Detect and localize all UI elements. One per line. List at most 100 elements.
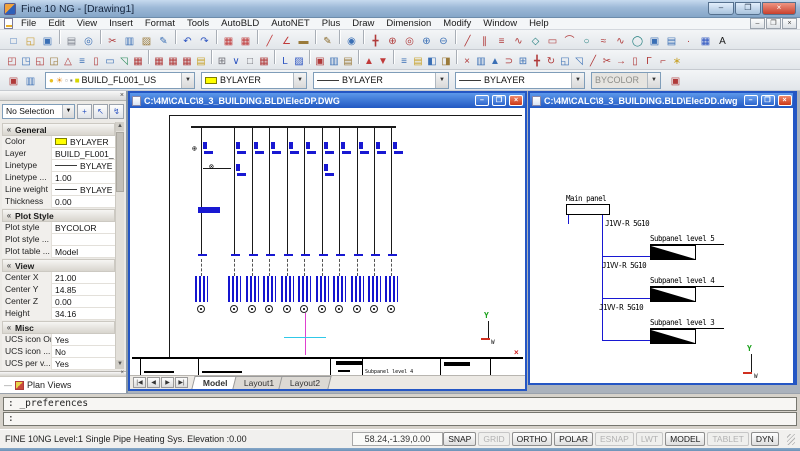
tab-nav-button-1[interactable]: ◀: [147, 377, 160, 388]
tab-layout2[interactable]: Layout2: [278, 376, 331, 389]
menu-help[interactable]: Help: [523, 18, 555, 29]
drawing-canvas-elecdd[interactable]: Main panel J1VV-R 5G10Subpanel level 5J1…: [530, 108, 793, 383]
stairs-icon[interactable]: ≡: [75, 54, 89, 69]
menu-edit[interactable]: Edit: [42, 18, 70, 29]
new-icon[interactable]: □: [6, 34, 21, 49]
toggle-snap[interactable]: SNAP: [443, 432, 476, 446]
menu-autonet[interactable]: AutoNET: [265, 18, 316, 29]
scroll-up-icon[interactable]: ▲: [116, 122, 124, 131]
drawing-canvas-elecdp[interactable]: ⊕ ⊗: [130, 108, 525, 375]
property-value[interactable]: 1.00: [52, 172, 115, 184]
chevron-down-icon[interactable]: ▼: [62, 105, 74, 118]
ucs-icon[interactable]: L: [278, 54, 292, 69]
toggle-grid[interactable]: GRID: [478, 432, 509, 446]
zoom-in-icon[interactable]: ⊕: [419, 34, 434, 49]
copy-sheet-icon[interactable]: ▤: [341, 54, 355, 69]
revcloud-icon[interactable]: ≈: [596, 34, 611, 49]
plan-c-icon[interactable]: ▦: [180, 54, 194, 69]
cut-icon[interactable]: ✂: [105, 34, 120, 49]
chevron-down-icon[interactable]: ▼: [293, 73, 306, 88]
sheet-table-icon[interactable]: ▦: [257, 54, 271, 69]
wall-icon[interactable]: ◰: [5, 54, 19, 69]
menu-draw[interactable]: Draw: [346, 18, 380, 29]
elecdd-title-bar[interactable]: C:\4M\CALC\8_3_BUILDING.BLD\ElecDD.dwg –…: [530, 93, 793, 108]
child-minimize-button[interactable]: –: [475, 95, 489, 106]
plan-a-icon[interactable]: ▦: [152, 54, 166, 69]
level-down-icon[interactable]: ▼: [376, 54, 390, 69]
section-misc[interactable]: «Misc: [2, 321, 115, 334]
redline-icon[interactable]: ╱: [262, 34, 277, 49]
print-icon[interactable]: ▤: [64, 34, 79, 49]
toggle-dyn[interactable]: DYN: [751, 432, 779, 446]
trim-icon[interactable]: ✂: [600, 54, 614, 69]
polygon-icon[interactable]: ◇: [528, 34, 543, 49]
tab-nav-button-3[interactable]: ▶|: [175, 377, 188, 388]
menu-insert[interactable]: Insert: [103, 18, 139, 29]
fillet-icon[interactable]: ⌐: [656, 54, 670, 69]
column-icon[interactable]: ▯: [89, 54, 103, 69]
quick-select-button[interactable]: ↯: [109, 104, 124, 119]
ellipse-icon[interactable]: ◯: [630, 34, 645, 49]
toggle-tablet[interactable]: TABLET: [707, 432, 749, 446]
property-value[interactable]: 34.16: [52, 308, 115, 320]
chamfer-icon[interactable]: Γ: [642, 54, 656, 69]
elecdp-title-bar[interactable]: C:\4M\CALC\8_3_BUILDING.BLD\ElecDP.DWG –…: [130, 93, 525, 108]
building-icon[interactable]: ▦: [131, 54, 145, 69]
mdi-minimize-button[interactable]: –: [750, 18, 765, 29]
tab-layout1[interactable]: Layout1: [232, 376, 285, 389]
layer-freeze-icon[interactable]: ▫: [65, 76, 68, 85]
drafting-settings-icon[interactable]: ▦: [238, 34, 253, 49]
property-value[interactable]: BYLAYER: [52, 136, 115, 148]
layer-sun-icon[interactable]: ☀: [56, 76, 63, 85]
child-maximize-button[interactable]: ❐: [492, 95, 506, 106]
collapse-icon[interactable]: «: [3, 211, 15, 220]
vertex-icon[interactable]: ∠: [279, 34, 294, 49]
property-value[interactable]: 14.85: [52, 284, 115, 296]
viewport-icon[interactable]: □: [243, 54, 257, 69]
toggle-polar[interactable]: POLAR: [554, 432, 593, 446]
match-properties-icon[interactable]: ✎: [156, 34, 171, 49]
print-preview-icon[interactable]: ◎: [81, 34, 96, 49]
collapse-icon[interactable]: «: [3, 125, 15, 134]
sketch-icon[interactable]: ✎: [320, 34, 335, 49]
multiline-icon[interactable]: ≡: [494, 34, 509, 49]
collapse-icon[interactable]: «: [3, 261, 15, 270]
explode-icon[interactable]: ∗: [670, 54, 684, 69]
pan-icon[interactable]: ╋: [368, 34, 383, 49]
tab-nav-button-2[interactable]: ▶: [161, 377, 174, 388]
circle-icon[interactable]: ○: [579, 34, 594, 49]
menu-format[interactable]: Format: [139, 18, 181, 29]
lineweight-dropdown[interactable]: BYLAYER ▼: [455, 72, 585, 89]
redo-icon[interactable]: ↷: [197, 34, 212, 49]
rectangle-icon[interactable]: ▭: [545, 34, 560, 49]
toggle-ortho[interactable]: ORTHO: [512, 432, 553, 446]
text-icon[interactable]: A: [715, 34, 730, 49]
layers-icon[interactable]: ≡: [397, 54, 411, 69]
zoom-window-icon[interactable]: ⊕: [385, 34, 400, 49]
copy-drawing-icon[interactable]: ▣: [313, 54, 327, 69]
pickadd-toggle-button[interactable]: +: [77, 104, 92, 119]
scroll-down-icon[interactable]: ▼: [116, 360, 124, 369]
opening-icon[interactable]: ◳: [19, 54, 33, 69]
property-value[interactable]: 21.00: [52, 272, 115, 284]
chevron-down-icon[interactable]: ▼: [435, 73, 448, 88]
slab-icon[interactable]: ▭: [103, 54, 117, 69]
save-icon[interactable]: ▣: [40, 34, 55, 49]
array-icon[interactable]: ⊞: [516, 54, 530, 69]
construction-line-icon[interactable]: ∥: [477, 34, 492, 49]
section-plot-style[interactable]: «Plot Style: [2, 209, 115, 222]
zoom-realtime-icon[interactable]: ◉: [344, 34, 359, 49]
resize-grip[interactable]: [787, 434, 795, 445]
mirror-icon[interactable]: ▲: [488, 54, 502, 69]
toggle-esnap[interactable]: ESNAP: [595, 432, 634, 446]
layer-isolate-icon[interactable]: ◨: [439, 54, 453, 69]
command-input-line[interactable]: :: [3, 412, 797, 426]
elevation-icon[interactable]: ▤: [194, 54, 208, 69]
osnap-settings-icon[interactable]: ▦: [221, 34, 236, 49]
open-icon[interactable]: ◱: [23, 34, 38, 49]
offset-icon[interactable]: ⊃: [502, 54, 516, 69]
close-button[interactable]: ×: [762, 2, 796, 15]
selection-dropdown[interactable]: No Selection ▼: [2, 104, 75, 119]
scale-icon[interactable]: ◱: [558, 54, 572, 69]
stretch-icon[interactable]: ◹: [572, 54, 586, 69]
